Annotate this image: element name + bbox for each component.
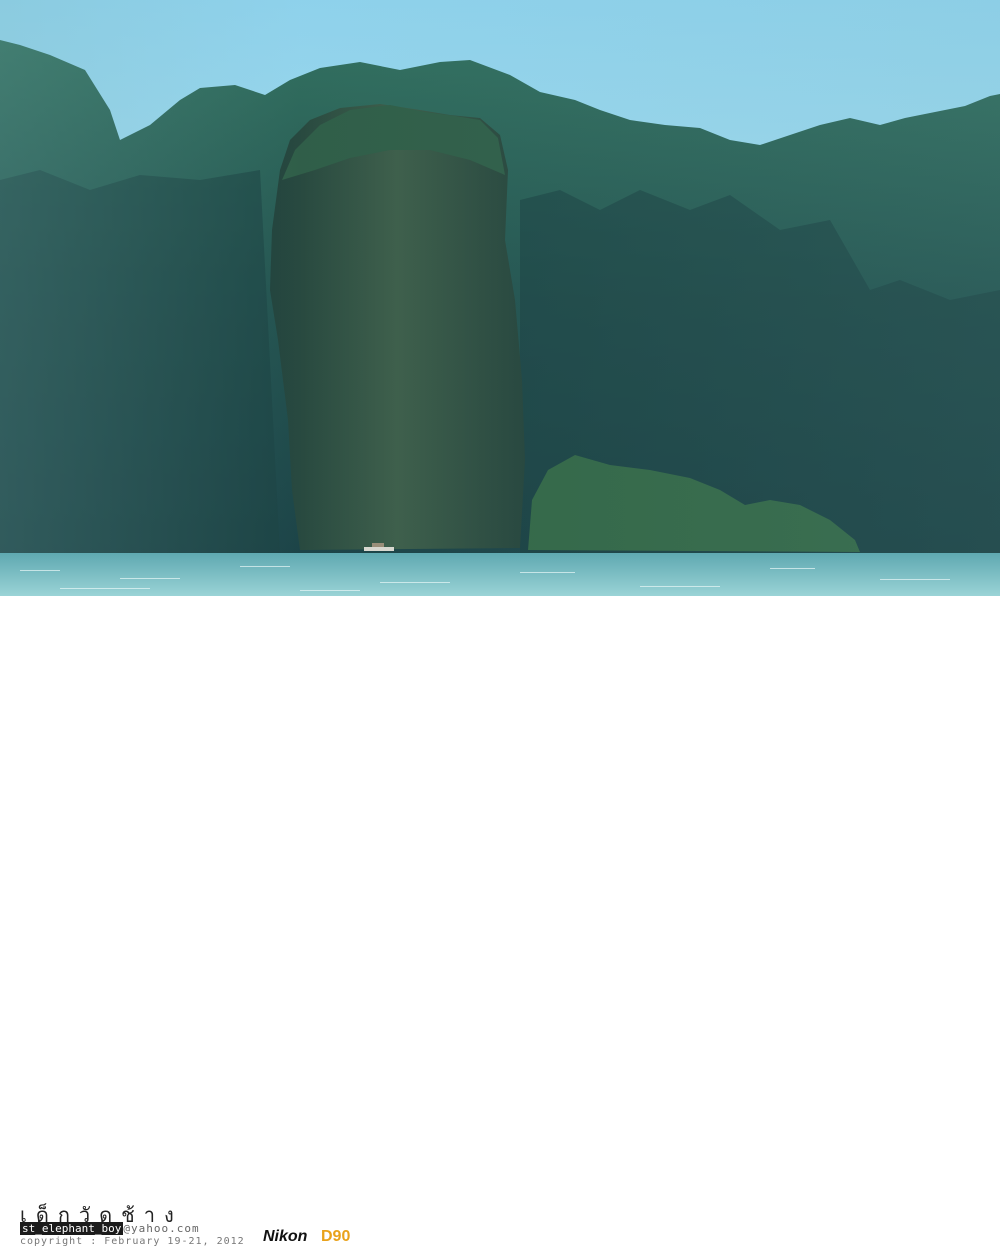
landscape-photo — [0, 0, 1000, 596]
camera-model: D90 — [321, 1228, 351, 1245]
camera-brand: Nikon — [263, 1228, 308, 1245]
atmospheric-haze — [0, 0, 1000, 555]
karst-cliffs-scene — [0, 0, 1000, 596]
watermark-footer: เด็กวัดช้าง st_elephant_boy @yahoo.com co… — [0, 596, 1000, 1247]
email-domain: @yahoo.com — [123, 1222, 200, 1235]
photographer-email: st_elephant_boy @yahoo.com — [20, 1222, 200, 1235]
email-user: st_elephant_boy — [20, 1222, 124, 1235]
copyright-text: copyright : February 19-21, 2012 — [20, 1236, 245, 1247]
sea — [0, 553, 1000, 596]
